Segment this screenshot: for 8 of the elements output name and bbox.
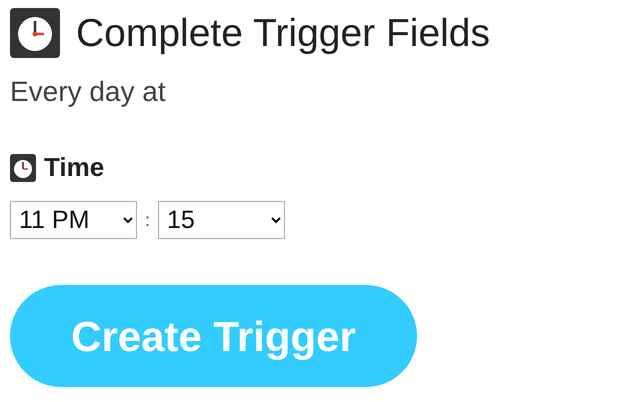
time-separator: : xyxy=(145,208,150,232)
trigger-description: Every day at xyxy=(10,78,167,106)
field-label: Time xyxy=(44,151,104,184)
minute-select[interactable]: 15 xyxy=(158,201,286,239)
hour-select[interactable]: 11 PM xyxy=(10,201,137,239)
page-title: Complete Trigger Fields xyxy=(76,14,490,52)
clock-icon xyxy=(10,154,36,182)
clock-icon xyxy=(10,8,60,58)
